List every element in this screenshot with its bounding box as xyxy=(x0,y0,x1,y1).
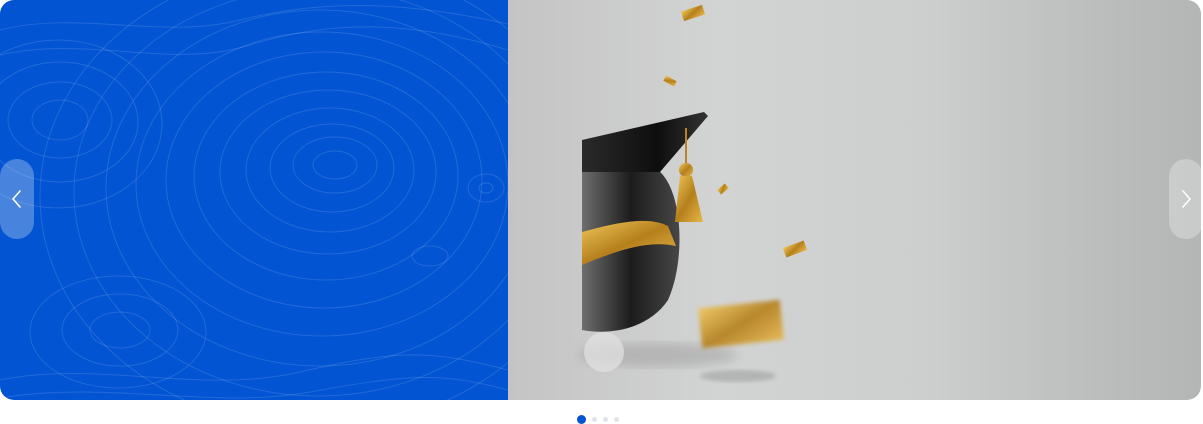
blue-pattern-panel xyxy=(0,0,508,400)
carousel-next-button[interactable] xyxy=(1169,159,1201,239)
chevron-left-icon xyxy=(12,190,21,208)
carousel-pagination xyxy=(577,415,619,424)
carousel-prev-button[interactable] xyxy=(0,159,34,239)
graduation-photo-panel xyxy=(508,0,1201,400)
hero-carousel xyxy=(0,0,1201,400)
topographic-pattern xyxy=(0,0,508,400)
carousel-dot-1[interactable] xyxy=(577,415,586,424)
page xyxy=(0,0,1203,424)
carousel-slide[interactable] xyxy=(0,0,1201,400)
carousel-dot-4[interactable] xyxy=(614,417,619,422)
chevron-right-icon xyxy=(1182,190,1191,208)
carousel-dot-3[interactable] xyxy=(603,417,608,422)
graduation-cap-illustration xyxy=(578,4,808,382)
carousel-dot-2[interactable] xyxy=(592,417,597,422)
